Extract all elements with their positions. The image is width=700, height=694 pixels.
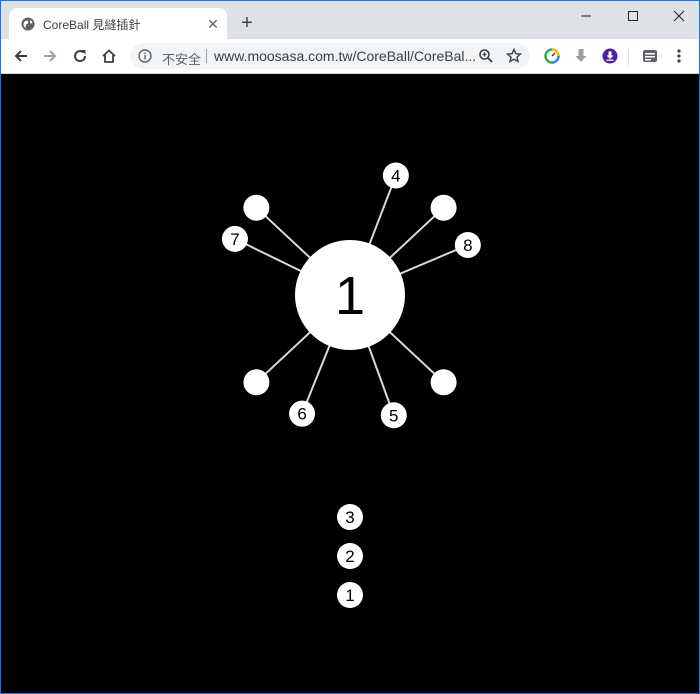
pin-number: 5: [389, 406, 398, 425]
close-window-button[interactable]: [656, 1, 700, 31]
browser-toolbar: 不安全 www.moosasa.com.tw/CoreBall/CoreBal.…: [1, 39, 699, 74]
globe-icon: [21, 17, 35, 31]
extension-icon: [544, 48, 560, 64]
new-tab-button[interactable]: +: [237, 13, 257, 33]
stuck-pin: [430, 194, 457, 221]
home-icon: [102, 49, 116, 63]
home-button[interactable]: [98, 45, 120, 67]
stuck-pin: 8: [454, 231, 481, 258]
pin-ball: [430, 194, 457, 221]
stuck-pin: 5: [380, 402, 407, 429]
extension-button-2[interactable]: [639, 45, 661, 67]
tab-close-icon[interactable]: ✕: [205, 16, 221, 32]
url-text[interactable]: www.moosasa.com.tw/CoreBall/CoreBal...: [214, 48, 476, 64]
pin-number: 7: [230, 230, 239, 249]
minimize-icon: [581, 15, 591, 17]
queued-pin-number: 1: [345, 586, 354, 605]
menu-icon: [677, 49, 681, 63]
omnibox-divider: [206, 49, 207, 63]
reload-icon: [74, 50, 87, 63]
stuck-pin: 7: [221, 225, 248, 252]
maximize-button[interactable]: [610, 1, 656, 31]
pin-number: 4: [391, 167, 400, 186]
stuck-pin: [243, 369, 270, 396]
tab-coreball[interactable]: CoreBall 見縫插針 ✕: [9, 8, 227, 39]
tab-strip: CoreBall 見縫插針 ✕ +: [1, 1, 699, 39]
pin-number: 6: [297, 405, 306, 424]
extension-button[interactable]: [541, 45, 563, 67]
maximize-icon: [628, 11, 638, 21]
download-gray-icon: [575, 49, 587, 62]
back-icon: [14, 50, 27, 62]
address-bar[interactable]: 不安全 www.moosasa.com.tw/CoreBall/CoreBal.…: [130, 43, 530, 69]
game-board: 4 8 5 6 7 1 3 2 1: [221, 162, 481, 608]
queued-pin-number: 2: [345, 547, 354, 566]
zoom-icon[interactable]: [478, 48, 494, 64]
queued-pin: 2: [337, 543, 363, 569]
level-number: 1: [335, 266, 365, 326]
reload-button[interactable]: [69, 45, 91, 67]
forward-button[interactable]: [39, 45, 61, 67]
extension-icon: [643, 50, 657, 62]
toolbar-divider: [628, 49, 629, 65]
bookmark-star-icon[interactable]: [506, 48, 522, 64]
game-canvas[interactable]: 4 8 5 6 7 1 3 2 1: [1, 74, 699, 693]
pin-ball: [243, 369, 270, 396]
download-purple-icon: [602, 48, 618, 64]
queued-pin: 3: [337, 504, 363, 530]
forward-icon: [44, 50, 57, 62]
pin-number: 8: [463, 236, 472, 255]
download-gray-button[interactable]: [570, 45, 592, 67]
queued-pin: 1: [337, 582, 363, 608]
queued-pin-number: 3: [345, 508, 354, 527]
queue-layer: 3 2 1: [337, 504, 363, 608]
pin-ball: [243, 194, 270, 221]
download-purple-button[interactable]: [599, 45, 621, 67]
tab-title: CoreBall 見縫插針: [43, 18, 141, 32]
close-icon: [673, 10, 685, 22]
info-icon[interactable]: [138, 49, 152, 63]
security-label: 不安全: [162, 52, 202, 67]
stuck-pin: 4: [382, 162, 409, 189]
stuck-pin: [430, 369, 457, 396]
minimize-button[interactable]: [563, 1, 609, 31]
stuck-pin: [243, 194, 270, 221]
stuck-pin: 6: [289, 400, 316, 427]
browser-window: CoreBall 見縫插針 ✕ + 不安全 www.moosasa.com.tw…: [0, 0, 700, 694]
pin-ball: [430, 369, 457, 396]
back-button[interactable]: [10, 45, 32, 67]
menu-button[interactable]: [668, 45, 690, 67]
